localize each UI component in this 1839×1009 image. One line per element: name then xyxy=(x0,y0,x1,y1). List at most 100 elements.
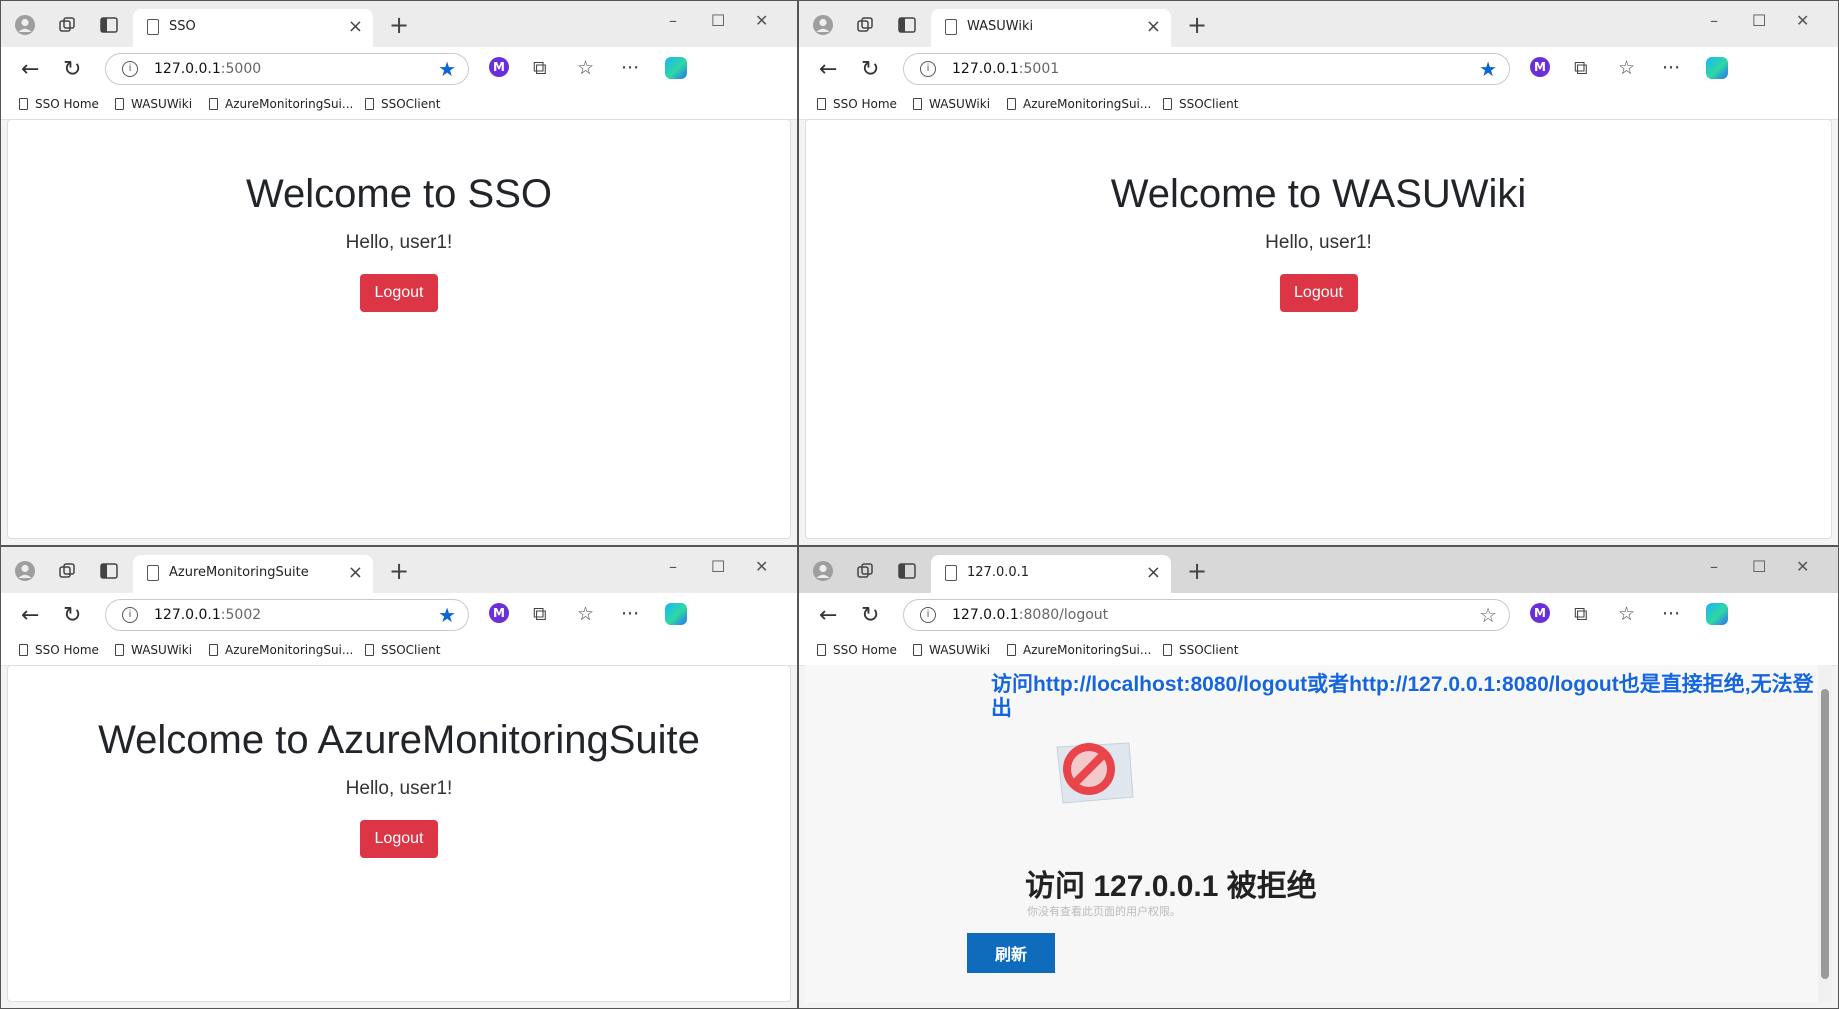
workspaces-icon[interactable] xyxy=(55,13,79,37)
plus-icon[interactable]: + xyxy=(389,557,409,585)
vertical-tabs-icon[interactable] xyxy=(895,559,919,583)
vertical-tabs-icon[interactable] xyxy=(895,13,919,37)
bookmark-item[interactable]: SSO Home xyxy=(19,643,99,657)
more-icon[interactable]: ··· xyxy=(1662,57,1680,79)
puzzle-icon[interactable]: ⧉ xyxy=(533,603,547,625)
extension-m-icon[interactable]: M xyxy=(1530,603,1550,623)
url-text[interactable]: 127.0.0.1:5000 xyxy=(154,61,261,77)
maximize-icon[interactable]: ☐ xyxy=(711,557,725,576)
more-icon[interactable]: ··· xyxy=(621,57,639,79)
extension-m-icon[interactable]: M xyxy=(489,603,509,623)
minimize-icon[interactable]: – xyxy=(669,11,677,30)
bookmark-item[interactable]: SSOClient xyxy=(365,97,440,111)
favorites-icon[interactable]: ☆ xyxy=(1618,57,1635,79)
profile-avatar-icon[interactable] xyxy=(811,13,835,37)
profile-avatar-icon[interactable] xyxy=(13,559,37,583)
bookmark-item[interactable]: AzureMonitoringSui... xyxy=(1007,97,1151,111)
address-bar[interactable]: i 127.0.0.1:5001 ★ xyxy=(903,53,1510,85)
refresh-icon[interactable]: ↻ xyxy=(63,603,81,628)
bookmark-item[interactable]: SSOClient xyxy=(1163,97,1238,111)
close-icon[interactable]: × xyxy=(348,562,363,583)
bookmark-item[interactable]: SSO Home xyxy=(817,643,897,657)
plus-icon[interactable]: + xyxy=(389,11,409,39)
star-icon[interactable]: ★ xyxy=(1479,57,1497,81)
address-bar[interactable]: i 127.0.0.1:5000 ★ xyxy=(105,53,469,85)
refresh-icon[interactable]: ↻ xyxy=(63,57,81,82)
more-icon[interactable]: ··· xyxy=(1662,603,1680,625)
copilot-icon[interactable] xyxy=(665,57,687,79)
close-icon[interactable]: × xyxy=(1146,16,1161,37)
tab-active[interactable]: AzureMonitoringSuite × xyxy=(133,555,373,593)
maximize-icon[interactable]: ☐ xyxy=(1752,11,1766,30)
url-text[interactable]: 127.0.0.1:5001 xyxy=(952,61,1059,77)
tab-active[interactable]: 127.0.0.1 × xyxy=(931,555,1171,593)
tab-active[interactable]: SSO × xyxy=(133,9,373,47)
bookmark-item[interactable]: SSO Home xyxy=(19,97,99,111)
close-window-icon[interactable]: ✕ xyxy=(1796,11,1809,30)
star-icon[interactable]: ★ xyxy=(438,57,456,81)
url-text[interactable]: 127.0.0.1:8080/logout xyxy=(952,607,1108,623)
star-icon[interactable]: ★ xyxy=(438,603,456,627)
puzzle-icon[interactable]: ⧉ xyxy=(533,57,547,79)
profile-avatar-icon[interactable] xyxy=(13,13,37,37)
close-icon[interactable]: × xyxy=(1146,562,1161,583)
bookmark-item[interactable]: WASUWiki xyxy=(115,97,192,111)
minimize-icon[interactable]: – xyxy=(1710,557,1718,576)
address-bar[interactable]: i 127.0.0.1:5002 ★ xyxy=(105,599,469,631)
favorites-icon[interactable]: ☆ xyxy=(577,57,594,79)
more-icon[interactable]: ··· xyxy=(621,603,639,625)
plus-icon[interactable]: + xyxy=(1187,11,1207,39)
extension-m-icon[interactable]: M xyxy=(489,57,509,77)
info-icon[interactable]: i xyxy=(122,607,138,623)
back-arrow-icon[interactable]: ← xyxy=(21,603,39,628)
back-arrow-icon[interactable]: ← xyxy=(21,57,39,82)
extension-m-icon[interactable]: M xyxy=(1530,57,1550,77)
scrollbar[interactable] xyxy=(1818,665,1832,1002)
vertical-tabs-icon[interactable] xyxy=(97,13,121,37)
bookmark-item[interactable]: SSOClient xyxy=(1163,643,1238,657)
refresh-icon[interactable]: ↻ xyxy=(861,57,879,82)
info-icon[interactable]: i xyxy=(122,61,138,77)
scrollbar-thumb[interactable] xyxy=(1821,689,1829,979)
plus-icon[interactable]: + xyxy=(1187,557,1207,585)
bookmark-item[interactable]: SSOClient xyxy=(365,643,440,657)
copilot-icon[interactable] xyxy=(1706,603,1728,625)
bookmark-item[interactable]: AzureMonitoringSui... xyxy=(209,643,353,657)
back-arrow-icon[interactable]: ← xyxy=(819,603,837,628)
puzzle-icon[interactable]: ⧉ xyxy=(1574,603,1588,625)
url-text[interactable]: 127.0.0.1:5002 xyxy=(154,607,261,623)
refresh-icon[interactable]: ↻ xyxy=(861,603,879,628)
bookmark-item[interactable]: AzureMonitoringSui... xyxy=(1007,643,1151,657)
close-window-icon[interactable]: ✕ xyxy=(1796,557,1809,576)
maximize-icon[interactable]: ☐ xyxy=(1752,557,1766,576)
copilot-icon[interactable] xyxy=(1706,57,1728,79)
logout-button[interactable]: Logout xyxy=(360,820,438,858)
workspaces-icon[interactable] xyxy=(853,559,877,583)
minimize-icon[interactable]: – xyxy=(669,557,677,576)
favorites-icon[interactable]: ☆ xyxy=(1618,603,1635,625)
logout-button[interactable]: Logout xyxy=(360,274,438,312)
info-icon[interactable]: i xyxy=(920,61,936,77)
puzzle-icon[interactable]: ⧉ xyxy=(1574,57,1588,79)
workspaces-icon[interactable] xyxy=(853,13,877,37)
star-icon[interactable]: ☆ xyxy=(1479,603,1497,627)
minimize-icon[interactable]: – xyxy=(1710,11,1718,30)
tab-active[interactable]: WASUWiki × xyxy=(931,9,1171,47)
bookmark-item[interactable]: SSO Home xyxy=(817,97,897,111)
close-icon[interactable]: × xyxy=(348,16,363,37)
info-icon[interactable]: i xyxy=(920,607,936,623)
close-window-icon[interactable]: ✕ xyxy=(755,557,768,576)
bookmark-item[interactable]: WASUWiki xyxy=(115,643,192,657)
maximize-icon[interactable]: ☐ xyxy=(711,11,725,30)
profile-avatar-icon[interactable] xyxy=(811,559,835,583)
refresh-page-button[interactable]: 刷新 xyxy=(967,933,1055,973)
vertical-tabs-icon[interactable] xyxy=(97,559,121,583)
copilot-icon[interactable] xyxy=(665,603,687,625)
logout-button[interactable]: Logout xyxy=(1279,274,1358,312)
workspaces-icon[interactable] xyxy=(55,559,79,583)
back-arrow-icon[interactable]: ← xyxy=(819,57,837,82)
bookmark-item[interactable]: AzureMonitoringSui... xyxy=(209,97,353,111)
address-bar[interactable]: i 127.0.0.1:8080/logout ☆ xyxy=(903,599,1510,631)
bookmark-item[interactable]: WASUWiki xyxy=(913,97,990,111)
bookmark-item[interactable]: WASUWiki xyxy=(913,643,990,657)
